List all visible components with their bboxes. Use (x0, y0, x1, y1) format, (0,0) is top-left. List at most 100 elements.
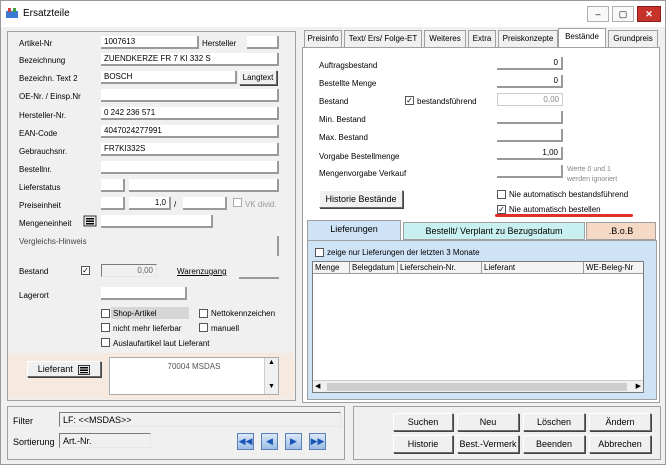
bestand-right-label: Bestand (319, 97, 349, 106)
beenden-button[interactable]: Beenden (523, 435, 585, 453)
aendern-button[interactable]: Ändern (589, 413, 651, 431)
preiseinheit-divisor-field[interactable] (183, 197, 227, 210)
max-bestand-label: Max. Bestand (319, 133, 368, 142)
lieferant-scrollbar[interactable]: ▲ ▼ (264, 358, 278, 394)
historie-button[interactable]: Historie (393, 435, 453, 453)
lieferstatus-code-field[interactable] (101, 179, 125, 192)
previous-record-icon[interactable]: ◀ (261, 433, 278, 450)
nie-bestellen-checkbox[interactable]: ✓ (497, 205, 506, 214)
lieferstatus-text-field[interactable] (129, 179, 279, 192)
col-lieferschein-nr[interactable]: Lieferschein-Nr. (398, 262, 482, 274)
letzte-3-monate-label: zeige nur Lieferungen der letzten 3 Mona… (327, 248, 480, 257)
bestandsfuehrend-checkbox[interactable]: ✓ (405, 96, 414, 105)
next-record-icon[interactable]: ▶ (285, 433, 302, 450)
vk-divid-checkbox[interactable] (233, 198, 242, 207)
vorgabe-label: Vorgabe Bestellmenge (319, 152, 400, 161)
tab-preiskonzepte[interactable]: Preiskonzepte (498, 30, 558, 47)
best-vermerk-button[interactable]: Best.-Vermerk (457, 435, 519, 453)
subtab-bestellt-verplant[interactable]: Bestellt/ Verplant zu Bezugsdatum (403, 222, 585, 240)
auftragsbestand-field: 0 (497, 57, 563, 70)
horizontal-scrollbar[interactable]: ◀ ▶ (313, 380, 643, 392)
tab-text-ers-folge[interactable]: Text/ Ers/ Folge-ET (344, 30, 422, 47)
vorgabe-field[interactable]: 1,00 (497, 147, 563, 160)
lieferant-field[interactable]: 70004 MSDAS (109, 357, 279, 395)
vergleichs-field[interactable] (277, 236, 279, 256)
mengeneinheit-label: Mengeneinheit (19, 219, 72, 228)
hint-line1: Werte 0 und 1 (567, 166, 611, 173)
sortierung-label: Sortierung (13, 437, 55, 447)
mengenvorgabe-field[interactable] (497, 165, 563, 178)
bezeichn2-label: Bezeichn. Text 2 (19, 74, 78, 83)
nicht-lieferbar-label: nicht mehr lieferbar (113, 324, 182, 333)
artikel-nr-field[interactable]: 1007613 (101, 36, 199, 49)
tab-weiteres[interactable]: Weiteres (424, 30, 466, 47)
col-we-beleg-nr[interactable]: WE-Beleg-Nr (584, 262, 643, 274)
nie-bestandsfuehrend-checkbox[interactable] (497, 190, 506, 199)
bezeichn2-field[interactable]: BOSCH (101, 71, 237, 84)
mengeneinheit-field[interactable] (101, 215, 213, 228)
lieferant-button[interactable]: Lieferant (27, 361, 101, 377)
subtab-lieferungen[interactable]: Lieferungen (307, 220, 401, 240)
lagerort-field[interactable] (101, 287, 187, 300)
minimize-button[interactable]: – (587, 6, 609, 22)
bestellte-menge-label: Bestellte Menge (319, 79, 377, 88)
col-lieferant[interactable]: Lieferant (482, 262, 584, 274)
col-menge[interactable]: Menge (313, 262, 350, 274)
min-bestand-field[interactable] (497, 111, 563, 124)
tab-bestaende[interactable]: Bestände (558, 28, 606, 48)
tab-grundpreis[interactable]: Grundpreis (608, 30, 658, 47)
abbrechen-button[interactable]: Abbrechen (589, 435, 651, 453)
bestand-checkbox[interactable]: ✓ (81, 266, 90, 275)
gebrauchsnr-field[interactable]: FR7KI332S (101, 143, 279, 156)
scroll-up-icon[interactable]: ▲ (265, 358, 278, 368)
shop-artikel-checkbox[interactable] (101, 309, 110, 318)
bestellnr-label: Bestellnr. (19, 165, 52, 174)
lieferungen-table[interactable]: Menge Belegdatum Lieferschein-Nr. Liefer… (312, 261, 644, 393)
nettokennzeichen-checkbox[interactable] (199, 309, 208, 318)
bezeichnung-field[interactable]: ZUENDKERZE FR 7 KI 332 S (101, 53, 279, 66)
scroll-right-icon[interactable]: ▶ (636, 382, 641, 390)
gebrauchsnr-label: Gebrauchsnr. (19, 147, 68, 156)
ean-field[interactable]: 4047024277991 (101, 125, 279, 138)
warenzugang-field[interactable] (239, 277, 279, 279)
window-title: Ersatzteile (23, 8, 70, 19)
tab-preisinfo[interactable]: Preisinfo (304, 30, 342, 47)
warenzugang-label[interactable]: Warenzugang (177, 267, 227, 276)
first-record-icon[interactable]: ◀◀ (237, 433, 254, 450)
letzte-3-monate-checkbox[interactable] (315, 248, 324, 257)
hersteller-nr-label: Hersteller-Nr. (19, 111, 67, 120)
list-icon[interactable] (83, 215, 97, 227)
nettokennzeichen-label: Nettokennzeichen (211, 309, 276, 318)
close-button[interactable]: ✕ (637, 6, 661, 22)
tab-extra[interactable]: Extra (468, 30, 496, 47)
subtab-bob[interactable]: .B.o.B (586, 222, 656, 240)
scroll-thumb[interactable] (327, 383, 627, 391)
hersteller-field[interactable] (247, 36, 279, 49)
langtext-button[interactable]: Langtext (239, 70, 277, 85)
sortierung-field: Art.-Nr. (59, 433, 151, 448)
historie-bestaende-button[interactable]: Historie Bestände (319, 190, 403, 208)
loeschen-button[interactable]: Löschen (523, 413, 585, 431)
scroll-down-icon[interactable]: ▼ (265, 382, 278, 392)
col-belegdatum[interactable]: Belegdatum (350, 262, 398, 274)
suchen-button[interactable]: Suchen (393, 413, 453, 431)
auslauf-checkbox[interactable] (101, 338, 110, 347)
manuell-checkbox[interactable] (199, 323, 208, 332)
last-record-icon[interactable]: ▶▶ (309, 433, 326, 450)
manuell-label: manuell (211, 324, 240, 333)
preiseinheit-field[interactable]: 1,0 (129, 197, 171, 210)
bezeichnung-label: Bezeichnung (19, 56, 66, 65)
maximize-button[interactable]: ▢ (612, 6, 634, 22)
preiseinheit-label: Preiseinheit (19, 201, 61, 210)
neu-button[interactable]: Neu (457, 413, 519, 431)
oe-nr-field[interactable] (101, 89, 279, 102)
bestellnr-field[interactable] (101, 161, 279, 174)
max-bestand-field[interactable] (497, 129, 563, 142)
window: Ersatzteile – ▢ ✕ Artikel-Nr 1007613 Her… (0, 0, 666, 465)
scroll-left-icon[interactable]: ◀ (315, 382, 320, 390)
hersteller-nr-field[interactable]: 0 242 236 571 (101, 107, 279, 120)
artikel-nr-label: Artikel-Nr (19, 39, 53, 48)
hint-line2: werden ignoriert (567, 176, 618, 183)
preiseinheit-unit-field[interactable] (101, 197, 125, 210)
nicht-lieferbar-checkbox[interactable] (101, 323, 110, 332)
